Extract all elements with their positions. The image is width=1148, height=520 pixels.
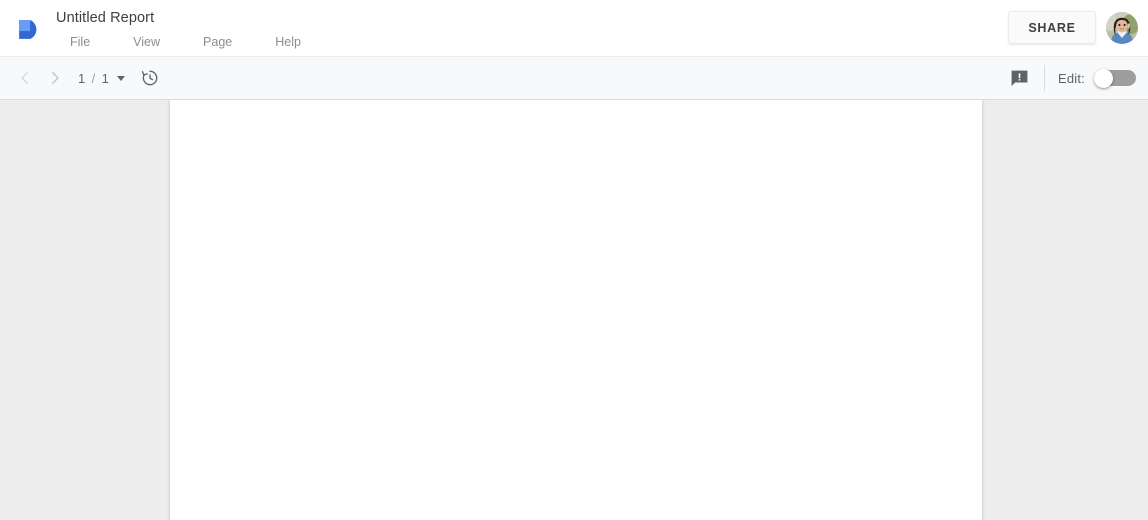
header-actions: SHARE <box>1008 0 1148 44</box>
report-page-sheet[interactable] <box>170 100 982 520</box>
menu-page[interactable]: Page <box>196 31 239 53</box>
avatar[interactable] <box>1106 11 1138 44</box>
share-button[interactable]: SHARE <box>1008 11 1096 44</box>
total-page-number: 1 <box>101 70 110 86</box>
chevron-down-icon <box>117 75 126 81</box>
data-studio-logo-icon <box>18 19 36 39</box>
menu-help[interactable]: Help <box>268 31 308 53</box>
edit-mode-label: Edit: <box>1057 70 1085 86</box>
chevron-right-icon <box>52 72 59 84</box>
menu-bar: File View Page Help <box>56 31 1008 53</box>
menu-file[interactable]: File <box>63 31 97 53</box>
chevron-left-icon <box>21 72 28 84</box>
app-header: Untitled Report File View Page Help SHAR… <box>0 0 1148 56</box>
feedback-button[interactable] <box>1005 63 1035 93</box>
version-history-icon <box>142 70 158 86</box>
previous-page-button[interactable] <box>10 63 40 93</box>
data-studio-report-app: Untitled Report File View Page Help SHAR… <box>0 0 1148 520</box>
page-separator: / <box>91 70 96 86</box>
version-history-button[interactable] <box>135 63 165 93</box>
report-canvas-workspace[interactable] <box>0 100 1148 520</box>
avatar-image <box>1106 11 1138 44</box>
edit-mode-toggle[interactable] <box>1094 68 1136 88</box>
product-logo-button[interactable] <box>0 0 56 56</box>
page-selector[interactable]: 1 / 1 <box>78 70 126 86</box>
page-title[interactable]: Untitled Report <box>56 9 1008 27</box>
title-and-menu: Untitled Report File View Page Help <box>56 0 1008 53</box>
toolbar-left-group: 1 / 1 <box>0 63 165 93</box>
report-toolbar: 1 / 1 Edit: <box>0 56 1148 100</box>
toolbar-right-group: Edit: <box>1005 63 1148 93</box>
current-page-number: 1 <box>78 70 86 86</box>
menu-view[interactable]: View <box>126 31 167 53</box>
next-page-button[interactable] <box>40 63 70 93</box>
feedback-icon <box>1012 70 1028 86</box>
toggle-knob <box>1094 68 1113 88</box>
toolbar-divider <box>1043 65 1045 91</box>
